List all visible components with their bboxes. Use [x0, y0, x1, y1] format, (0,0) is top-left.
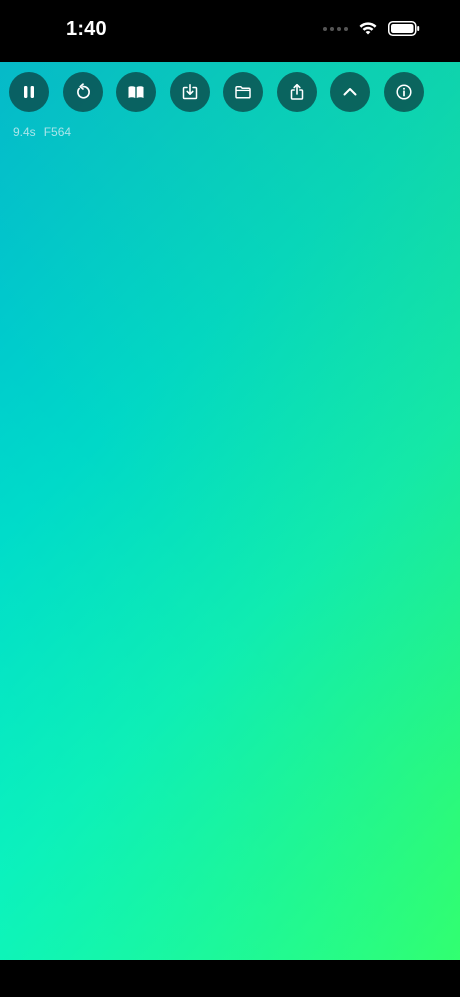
- status-bar: 1:40: [0, 0, 460, 62]
- pause-button[interactable]: [9, 72, 49, 112]
- status-time: 1:40: [66, 18, 107, 40]
- stats-readout: 9.4s F564: [13, 125, 71, 139]
- toolbar: [9, 72, 424, 112]
- library-button[interactable]: [116, 72, 156, 112]
- frame-counter: F564: [43, 125, 72, 139]
- wifi-icon: [359, 22, 377, 35]
- folder-button[interactable]: [223, 72, 263, 112]
- share-button[interactable]: [276, 72, 317, 112]
- share-icon: [290, 83, 303, 100]
- battery-icon: [388, 21, 420, 36]
- book-open-icon: [128, 86, 144, 98]
- visualization-canvas[interactable]: [0, 62, 460, 960]
- bottom-bar: [0, 960, 460, 997]
- folder-icon: [235, 86, 251, 99]
- restart-button[interactable]: [62, 72, 103, 112]
- tray-download-icon: [182, 84, 197, 100]
- elapsed-time: 9.4s: [13, 125, 36, 139]
- import-button[interactable]: [169, 72, 210, 112]
- info-icon: [395, 84, 412, 100]
- rotate-ccw-icon: [76, 83, 90, 99]
- status-indicators: [323, 21, 420, 36]
- signal-dots-icon: [323, 26, 348, 31]
- info-button[interactable]: [383, 72, 424, 112]
- app-screen: 1:40 9.4s F564: [0, 0, 460, 997]
- chevron-up-icon: [343, 88, 357, 96]
- pause-icon: [24, 86, 34, 98]
- collapse-button[interactable]: [330, 72, 370, 112]
